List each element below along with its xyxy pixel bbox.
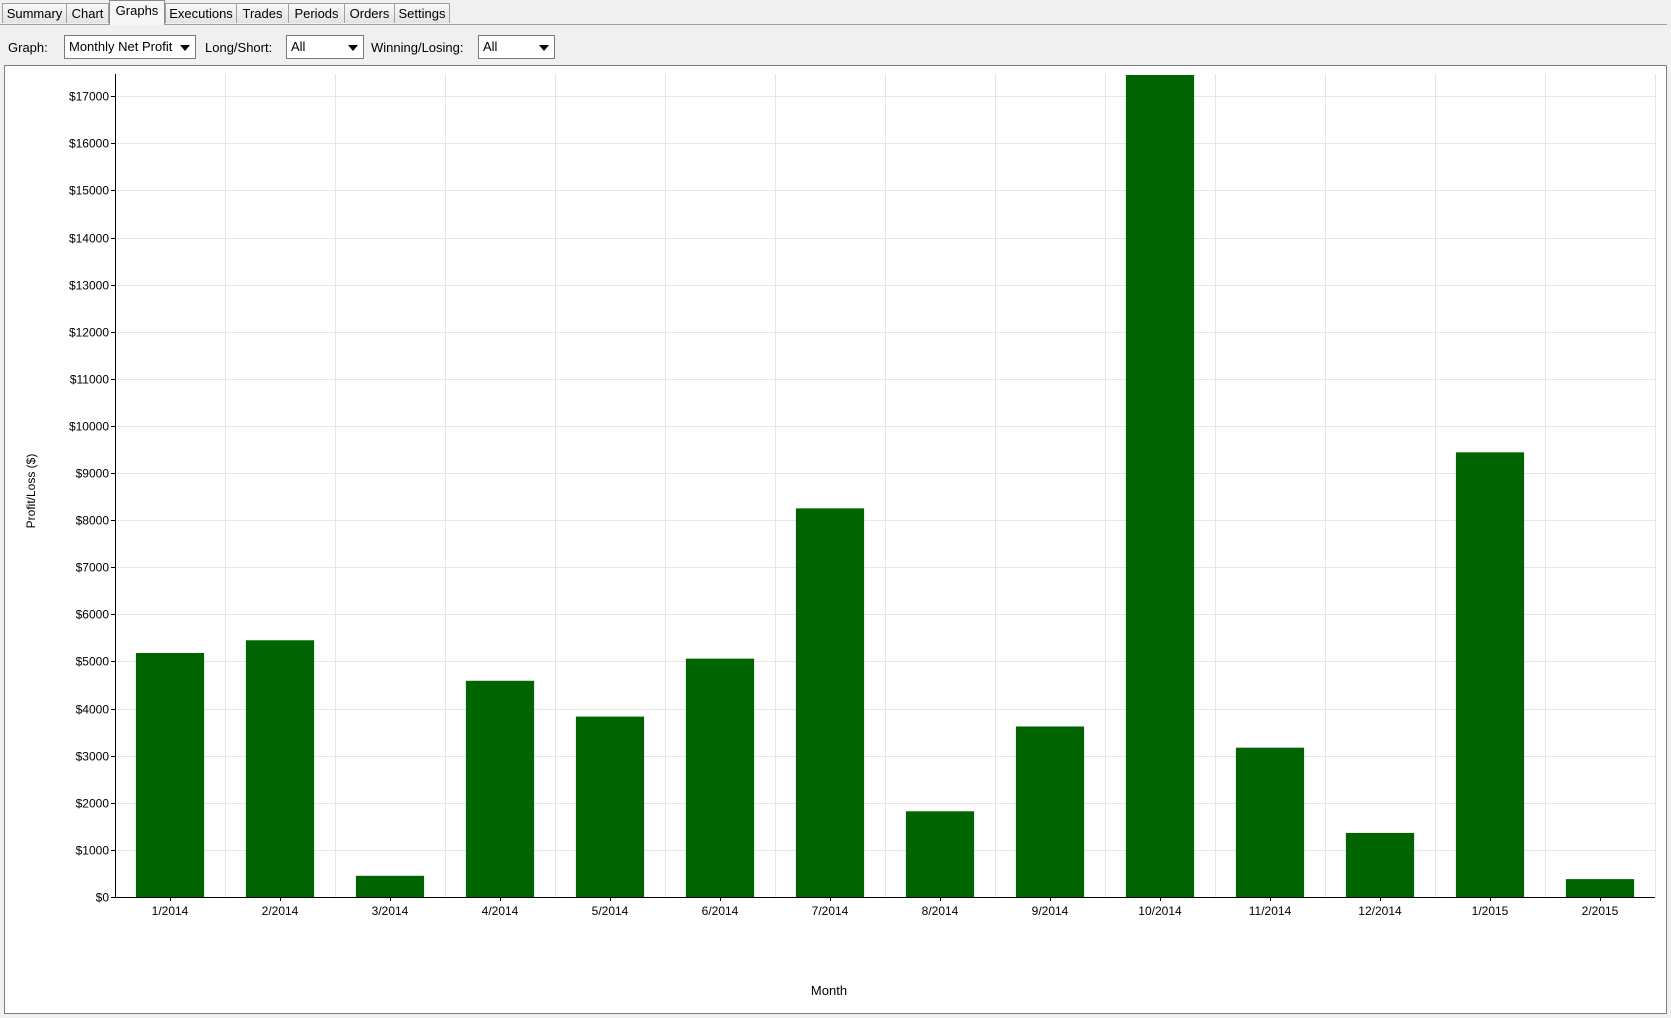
tab-graphs[interactable]: Graphs (109, 0, 165, 25)
bar (1235, 747, 1305, 897)
y-tick-label: $10000 (69, 420, 109, 434)
bar-chart: $0 $1000 $2000 $3000 $4000 $5000 $6000 $7000 $80… (24, 74, 1656, 998)
tab-settings[interactable]: Settings (394, 3, 450, 23)
bar (245, 640, 315, 897)
tab-bar: Summary Chart Graphs Executions Trades P… (0, 0, 1671, 25)
y-tick-label: $15000 (69, 184, 109, 198)
y-tick-label: $13000 (69, 279, 109, 293)
y-tick-label: $9000 (76, 467, 110, 481)
bar (685, 658, 755, 897)
y-tick-label: $6000 (76, 608, 110, 622)
tab-periods[interactable]: Periods (288, 3, 345, 23)
graph-select-value: Monthly Net Profit (69, 39, 173, 54)
x-tick-label: 12/2014 (1358, 904, 1402, 918)
x-tick-label: 2/2014 (262, 904, 299, 918)
graph-label: Graph: (8, 40, 48, 55)
bar (355, 875, 425, 897)
tab-chart[interactable]: Chart (66, 3, 109, 23)
bar (795, 508, 865, 897)
chart-panel: $0 $1000 $2000 $3000 $4000 $5000 $6000 $7000 $80… (4, 65, 1667, 1014)
y-tick-label: $2000 (76, 797, 110, 811)
bar (1455, 452, 1525, 897)
bar (465, 680, 535, 897)
y-tick-label: $7000 (76, 561, 110, 575)
grid (115, 74, 1656, 897)
x-tick-label: 2/2015 (1582, 904, 1619, 918)
chevron-down-icon (348, 45, 358, 51)
y-tick-label: $14000 (69, 232, 109, 246)
y-tick-label: $1000 (76, 844, 110, 858)
y-tick-label: $8000 (76, 514, 110, 528)
bar (1345, 832, 1415, 897)
y-tick-label: $11000 (70, 373, 109, 387)
graph-select[interactable]: Monthly Net Profit (64, 35, 196, 59)
y-tick-label: $0 (96, 891, 110, 905)
x-tick-label: 10/2014 (1138, 904, 1182, 918)
tab-orders[interactable]: Orders (344, 3, 395, 23)
y-tick-label: $12000 (69, 326, 109, 340)
winlose-select-value: All (483, 39, 498, 54)
y-tick-label: $17000 (69, 90, 109, 104)
x-tick-label: 11/2014 (1249, 904, 1292, 918)
bar (575, 716, 645, 897)
tab-summary[interactable]: Summary (2, 3, 67, 23)
longshort-label: Long/Short: (205, 40, 273, 55)
longshort-select[interactable]: All (286, 35, 364, 59)
x-tick-label: 8/2014 (922, 904, 959, 918)
y-tick-label: $16000 (69, 137, 109, 151)
longshort-select-value: All (291, 39, 306, 54)
x-tick-label: 4/2014 (482, 904, 519, 918)
bar (1565, 879, 1635, 897)
bar (1125, 75, 1195, 897)
bar (135, 652, 205, 897)
x-tick-label: 6/2014 (702, 904, 739, 918)
x-tick-label: 3/2014 (372, 904, 409, 918)
x-tick-label: 1/2014 (152, 904, 189, 918)
chevron-down-icon (539, 45, 549, 51)
tab-trades[interactable]: Trades (236, 3, 289, 23)
y-tick-label: $5000 (76, 655, 110, 669)
y-tick-label: $3000 (76, 750, 110, 764)
winlose-label: Winning/Losing: (371, 40, 464, 55)
graph-toolbar: Graph: Monthly Net Profit Long/Short: Al… (0, 25, 1671, 63)
y-tick-label: $4000 (76, 703, 110, 717)
window-edge (1667, 0, 1671, 1018)
y-axis-title: Profit/Loss ($) (24, 454, 38, 529)
bar (1015, 726, 1085, 897)
bar (905, 811, 975, 897)
winlose-select[interactable]: All (478, 35, 555, 59)
x-tick-label: 9/2014 (1032, 904, 1069, 918)
x-axis-title: Month (811, 983, 847, 998)
x-tick-label: 1/2015 (1472, 904, 1509, 918)
x-tick-label: 5/2014 (592, 904, 629, 918)
chevron-down-icon (180, 45, 190, 51)
tab-executions[interactable]: Executions (165, 3, 237, 23)
x-tick-label: 7/2014 (812, 904, 849, 918)
